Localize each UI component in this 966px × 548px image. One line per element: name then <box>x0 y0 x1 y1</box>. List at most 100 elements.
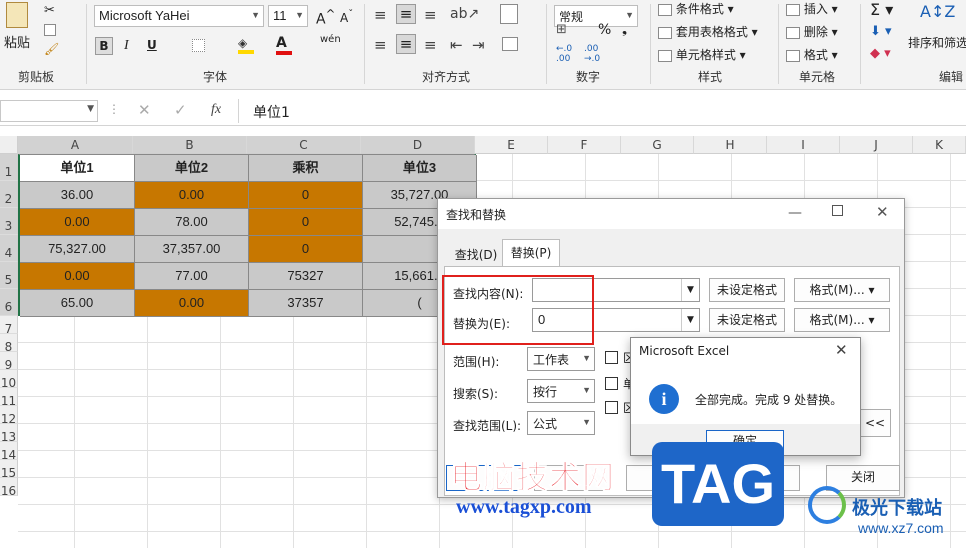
align-center-icon[interactable]: ≡ <box>396 34 416 54</box>
row-header[interactable]: 8 <box>0 334 18 354</box>
percent-button[interactable]: % <box>598 22 611 38</box>
font-color-icon[interactable]: A <box>276 35 292 55</box>
maximize-icon[interactable] <box>832 205 843 216</box>
tab-find[interactable]: 查找(D) <box>448 243 504 267</box>
bold-button[interactable]: B <box>95 37 113 55</box>
options-button[interactable]: << <box>859 409 891 437</box>
insert-function-icon[interactable]: fx <box>211 102 221 118</box>
name-box[interactable]: ▼ <box>0 100 98 122</box>
column-header[interactable]: J <box>840 136 913 154</box>
tab-replace[interactable]: 替换(P) <box>502 239 560 267</box>
format-button[interactable]: 格式 ▾ <box>786 46 838 63</box>
table-header-cell[interactable]: 单位1 <box>20 155 135 182</box>
paste-icon[interactable] <box>6 2 28 28</box>
enter-icon[interactable]: ✓ <box>174 101 187 119</box>
conditional-format-button[interactable]: 条件格式 ▾ <box>658 0 734 17</box>
search-select[interactable]: 按行 ▼ <box>527 379 595 403</box>
sort-filter-icon[interactable]: A↕Z <box>920 2 955 21</box>
table-cell[interactable]: 75,327.00 <box>20 236 135 263</box>
select-all-corner[interactable] <box>0 136 18 154</box>
row-header[interactable]: 11 <box>0 388 18 408</box>
border-icon[interactable] <box>192 38 205 52</box>
close-icon[interactable]: ✕ <box>876 203 889 221</box>
table-format-button[interactable]: 套用表格格式 ▾ <box>658 23 758 40</box>
table-cell[interactable]: 0.00 <box>20 209 135 236</box>
row-header[interactable]: 16 <box>0 478 18 498</box>
phonetic-icon[interactable]: wén <box>320 34 341 45</box>
match-entire-checkbox[interactable] <box>605 377 618 390</box>
row-header[interactable]: 14 <box>0 442 18 462</box>
find-dropdown-icon[interactable]: ▼ <box>681 279 699 301</box>
match-width-checkbox[interactable] <box>605 401 618 414</box>
accounting-icon[interactable]: ⊞ <box>556 22 567 37</box>
find-format-status-button[interactable]: 未设定格式 <box>709 278 785 302</box>
sort-filter-button[interactable]: 排序和筛选 <box>908 34 966 51</box>
row-header[interactable]: 4 <box>0 235 18 262</box>
replace-format-button[interactable]: 格式(M)... ▾ <box>794 308 890 332</box>
table-header-cell[interactable]: 单位3 <box>363 155 477 182</box>
row-header[interactable]: 13 <box>0 424 18 444</box>
column-header[interactable]: G <box>621 136 694 154</box>
row-header[interactable]: 15 <box>0 460 18 480</box>
message-close-icon[interactable]: ✕ <box>835 341 848 359</box>
row-header[interactable]: 3 <box>0 208 18 235</box>
cut-icon[interactable]: ✂ <box>44 3 55 18</box>
table-cell[interactable]: 77.00 <box>135 263 249 290</box>
minimize-icon[interactable]: — <box>788 205 802 221</box>
autosum-icon[interactable]: Σ ▾ <box>870 0 893 19</box>
replace-dropdown-icon[interactable]: ▼ <box>681 309 699 331</box>
data-table[interactable]: 单位1 单位2 乘积 单位3 36.00 0.00 0 35,727.00 0.… <box>18 154 477 317</box>
match-case-checkbox[interactable] <box>605 351 618 364</box>
cancel-icon[interactable]: ✕ <box>138 101 151 119</box>
table-cell[interactable]: 65.00 <box>20 290 135 317</box>
find-format-button[interactable]: 格式(M)... ▾ <box>794 278 890 302</box>
table-header-cell[interactable]: 乘积 <box>249 155 363 182</box>
lookin-select[interactable]: 公式 ▼ <box>527 411 595 435</box>
row-header[interactable]: 9 <box>0 352 18 372</box>
comma-style-icon[interactable]: ❟ <box>622 22 627 37</box>
align-middle-icon[interactable]: ≡ <box>396 4 416 24</box>
column-header[interactable]: E <box>475 136 548 154</box>
fill-icon[interactable]: ⬇ ▾ <box>870 24 892 39</box>
copy-icon[interactable] <box>44 22 56 36</box>
table-cell[interactable]: 0 <box>249 209 363 236</box>
align-right-icon[interactable]: ≡ <box>424 36 437 54</box>
insert-button[interactable]: 插入 ▾ <box>786 0 838 17</box>
indent-increase-icon[interactable]: ⇥ <box>472 36 485 54</box>
table-cell[interactable]: 0.00 <box>20 263 135 290</box>
row-header[interactable]: 2 <box>0 181 18 208</box>
cell-style-button[interactable]: 单元格样式 ▾ <box>658 46 746 63</box>
row-header[interactable]: 7 <box>0 316 18 336</box>
align-top-icon[interactable]: ≡ <box>374 6 387 24</box>
close-button[interactable]: 关闭 <box>826 465 900 491</box>
column-header[interactable]: D <box>361 136 475 154</box>
italic-button[interactable]: I <box>124 38 129 54</box>
decrease-font-icon[interactable]: Aˇ <box>340 9 353 25</box>
table-cell[interactable]: 0.00 <box>135 182 249 209</box>
fill-color-icon[interactable]: ◈ <box>238 36 254 54</box>
delete-button[interactable]: 删除 ▾ <box>786 23 838 40</box>
paste-button[interactable]: 粘贴 <box>4 32 30 51</box>
table-header-cell[interactable]: 单位2 <box>135 155 249 182</box>
wrap-text-icon[interactable] <box>500 4 518 24</box>
row-header[interactable]: 6 <box>0 289 18 316</box>
within-select[interactable]: 工作表 ▼ <box>527 347 595 371</box>
replace-format-status-button[interactable]: 未设定格式 <box>709 308 785 332</box>
font-size-select[interactable]: 11 ▼ <box>268 5 308 27</box>
orientation-icon[interactable]: ab↗ <box>450 6 479 22</box>
increase-decimal-icon[interactable]: ←.0.00 <box>556 44 572 64</box>
column-header[interactable]: H <box>694 136 767 154</box>
decrease-decimal-icon[interactable]: .00 →.0 <box>584 44 600 64</box>
column-header[interactable]: F <box>548 136 621 154</box>
table-cell[interactable]: 0 <box>249 182 363 209</box>
clear-icon[interactable]: ◆ ▾ <box>870 46 891 61</box>
column-header[interactable]: I <box>767 136 840 154</box>
format-painter-icon[interactable]: 🖌 <box>44 42 59 56</box>
merge-center-icon[interactable] <box>502 36 518 51</box>
align-bottom-icon[interactable]: ≡ <box>424 6 437 24</box>
column-header[interactable]: B <box>133 136 247 154</box>
row-header[interactable]: 5 <box>0 262 18 289</box>
underline-button[interactable]: U <box>147 38 157 52</box>
font-name-select[interactable]: Microsoft YaHei ▼ <box>94 5 264 27</box>
row-header[interactable]: 12 <box>0 406 18 426</box>
